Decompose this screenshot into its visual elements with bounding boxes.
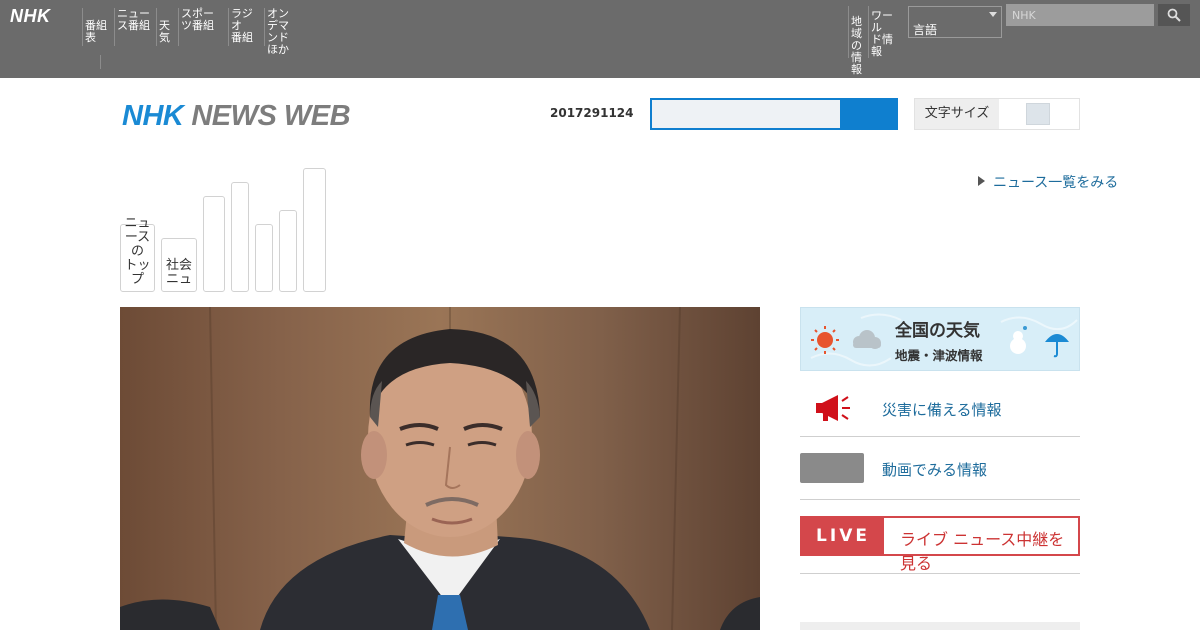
genre-tab-top[interactable]: ニュ ース の トップ [120, 217, 155, 292]
global-nav-item[interactable]: オン デマンド ほか [264, 8, 298, 56]
search-icon [1167, 8, 1181, 22]
live-stream-label: ライブ ニュース中継を見る [900, 530, 1065, 573]
global-nav-item[interactable]: 番組 表 [82, 8, 114, 46]
triangle-right-icon [978, 176, 985, 186]
photo-person-illustration [120, 307, 760, 630]
megaphone-icon [816, 395, 850, 421]
date-stamp: 2017291124 [550, 106, 634, 120]
cloud-icon [853, 330, 881, 349]
nav-divider [100, 55, 101, 69]
weather-banner[interactable]: 全国の天気 地震・津波情報 [800, 307, 1080, 371]
side-link-video-label: 動画でみる情報 [882, 461, 988, 479]
global-nav-item-region[interactable]: 地域 の情 報 [848, 6, 868, 76]
site-search-input[interactable] [652, 100, 840, 128]
global-header-bar: NHK 番組 表 ニュー ス番組 天気 スポー ツ番組 ラジオ 番組 オン デマ… [0, 0, 1200, 78]
global-nav-item[interactable]: スポー ツ番組 [178, 8, 228, 46]
side-panel-next [800, 622, 1080, 630]
font-size-label: 文字サイズ [915, 99, 999, 129]
genre-tab[interactable] [203, 196, 225, 292]
top-story-photo[interactable] [120, 307, 760, 630]
side-link-alert-label: 災害に備える情報 [882, 401, 1002, 419]
global-nav: 番組 表 ニュー ス番組 天気 スポー ツ番組 ラジオ 番組 オン デマンド ほ… [82, 8, 298, 56]
global-nav-item[interactable]: ニュー ス番組 [114, 8, 156, 46]
news-web-logo[interactable]: NHK NEWS WEB [122, 100, 351, 133]
live-badge: LIVE [802, 518, 884, 554]
genre-tab[interactable] [279, 210, 297, 292]
video-thumbnail [800, 453, 864, 483]
global-search-input[interactable] [1006, 4, 1154, 26]
side-link-alert[interactable]: 災害に備える情報 [800, 378, 1080, 437]
site-search-button[interactable] [840, 100, 896, 128]
divider [800, 573, 1080, 574]
live-stream-link[interactable]: LIVE ライブ ニュース中継を見る [800, 516, 1080, 573]
global-nav-item-world[interactable]: ワール ド情報 [868, 6, 906, 58]
side-link-video[interactable]: 動画でみる情報 [800, 437, 1080, 500]
genre-tabs: ニュ ース の トップ 社会 ニュ [120, 166, 330, 292]
news-list-link[interactable]: ニュース一覧をみる [978, 172, 1118, 192]
genre-tab[interactable] [303, 168, 326, 292]
chevron-down-icon [989, 12, 997, 17]
sun-icon [811, 326, 839, 354]
brand-nhk: NHK [122, 100, 184, 132]
global-nav-right: 地域 の情 報 ワール ド情報 言語 [848, 6, 1002, 76]
genre-tab-society[interactable]: 社会 ニュ [161, 238, 197, 292]
language-select[interactable]: 言語 [908, 6, 1002, 38]
nhk-logo[interactable]: NHK [10, 6, 51, 27]
genre-tab[interactable] [255, 224, 273, 292]
news-list-link-label: ニュース一覧をみる [993, 175, 1119, 191]
toggle-knob[interactable] [1026, 103, 1050, 125]
language-select-value: 言語 [913, 23, 938, 37]
font-size-toggle[interactable]: 文字サイズ [914, 98, 1080, 130]
snowman-icon [1010, 331, 1026, 354]
global-nav-item[interactable]: ラジオ 番組 [228, 8, 264, 46]
weather-banner-title: 全国の天気 [895, 321, 980, 341]
umbrella-icon [1045, 334, 1069, 358]
site-search [650, 98, 898, 130]
global-nav-item[interactable]: 天気 [156, 8, 178, 46]
genre-tab[interactable] [231, 182, 249, 292]
global-search-button[interactable] [1158, 4, 1190, 26]
weather-banner-subtitle: 地震・津波情報 [895, 348, 983, 363]
brand-news-web: NEWS WEB [191, 100, 351, 132]
